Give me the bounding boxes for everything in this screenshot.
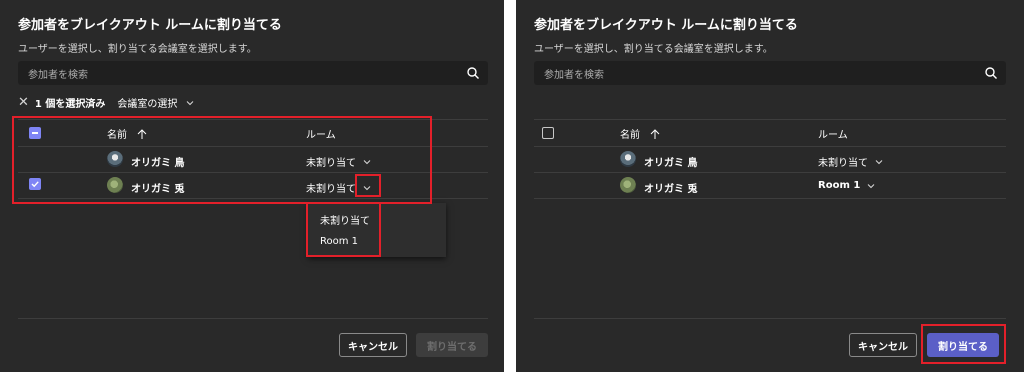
column-header-name[interactable]: 名前 <box>107 126 148 141</box>
avatar <box>620 177 636 193</box>
column-header-name-label: 名前 <box>107 130 127 141</box>
checkmark-icon <box>31 181 39 188</box>
footer-divider <box>534 318 1006 319</box>
assign-button[interactable]: 割り当てる <box>416 333 488 357</box>
search-input[interactable]: 参加者を検索 <box>534 61 1006 85</box>
room-dropdown[interactable]: Room 1 <box>818 180 876 191</box>
column-header-name[interactable]: 名前 <box>620 126 661 141</box>
row-checkbox[interactable] <box>29 178 41 190</box>
selection-bar: ✕ 1 個を選択済み 会議室の選択 <box>18 95 195 110</box>
room-value: Room 1 <box>818 180 861 191</box>
dialog-title: 参加者をブレイクアウト ルームに割り当てる <box>534 18 798 33</box>
table-divider <box>18 146 488 147</box>
footer-divider <box>18 318 488 319</box>
room-value: 未割り当て <box>306 184 356 195</box>
table-divider <box>18 172 488 173</box>
table-divider <box>18 119 488 120</box>
chevron-down-icon[interactable] <box>362 183 372 193</box>
dialog-subtitle: ユーザーを選択し、割り当てる会議室を選択します。 <box>18 44 257 55</box>
select-all-checkbox[interactable] <box>29 127 41 139</box>
table-divider <box>534 119 1006 120</box>
chevron-down-icon[interactable] <box>362 157 372 167</box>
table-divider <box>534 172 1006 173</box>
search-input[interactable]: 参加者を検索 <box>18 61 488 85</box>
sort-up-arrow-icon <box>650 129 660 139</box>
chevron-down-icon[interactable] <box>874 157 884 167</box>
column-header-room: ルーム <box>306 130 336 141</box>
right-dialog: 参加者をブレイクアウト ルームに割り当てる ユーザーを選択し、割り当てる会議室を… <box>516 0 1024 372</box>
sort-up-arrow-icon <box>137 129 147 139</box>
search-icon <box>985 67 997 79</box>
avatar <box>620 151 636 167</box>
assign-button[interactable]: 割り当てる <box>927 333 999 357</box>
participant-name: オリガミ 鳥 <box>644 158 698 169</box>
table-divider <box>534 146 1006 147</box>
room-dropdown[interactable]: 未割り当て <box>306 180 372 195</box>
chevron-down-icon[interactable] <box>185 98 195 108</box>
dialog-title: 参加者をブレイクアウト ルームに割り当てる <box>18 18 282 33</box>
room-select-label[interactable]: 会議室の選択 <box>117 95 177 110</box>
close-icon[interactable]: ✕ <box>18 96 29 109</box>
select-all-checkbox[interactable] <box>542 127 554 139</box>
search-placeholder: 参加者を検索 <box>544 70 604 81</box>
room-dropdown[interactable]: 未割り当て <box>818 154 884 169</box>
chevron-down-icon[interactable] <box>866 181 876 191</box>
dropdown-option-unassigned[interactable]: 未割り当て <box>320 212 370 227</box>
cancel-button[interactable]: キャンセル <box>849 333 917 357</box>
participant-name: オリガミ 鳥 <box>131 158 185 169</box>
room-value: 未割り当て <box>306 158 356 169</box>
cancel-button[interactable]: キャンセル <box>339 333 407 357</box>
search-icon <box>467 67 479 79</box>
dropdown-option-room-1[interactable]: Room 1 <box>320 236 358 247</box>
column-header-room: ルーム <box>818 130 848 141</box>
dialog-subtitle: ユーザーを選択し、割り当てる会議室を選択します。 <box>534 44 773 55</box>
selected-count: 1 個を選択済み <box>34 99 106 110</box>
room-dropdown-menu: 未割り当て Room 1 <box>308 203 446 257</box>
room-value: 未割り当て <box>818 158 868 169</box>
participant-name: オリガミ 兎 <box>644 184 698 195</box>
table-divider <box>18 198 488 199</box>
avatar <box>107 151 123 167</box>
table-divider <box>534 198 1006 199</box>
participant-name: オリガミ 兎 <box>131 184 185 195</box>
left-dialog: 参加者をブレイクアウト ルームに割り当てる ユーザーを選択し、割り当てる会議室を… <box>0 0 504 372</box>
avatar <box>107 177 123 193</box>
room-dropdown[interactable]: 未割り当て <box>306 154 372 169</box>
search-placeholder: 参加者を検索 <box>28 70 88 81</box>
column-header-name-label: 名前 <box>620 130 640 141</box>
